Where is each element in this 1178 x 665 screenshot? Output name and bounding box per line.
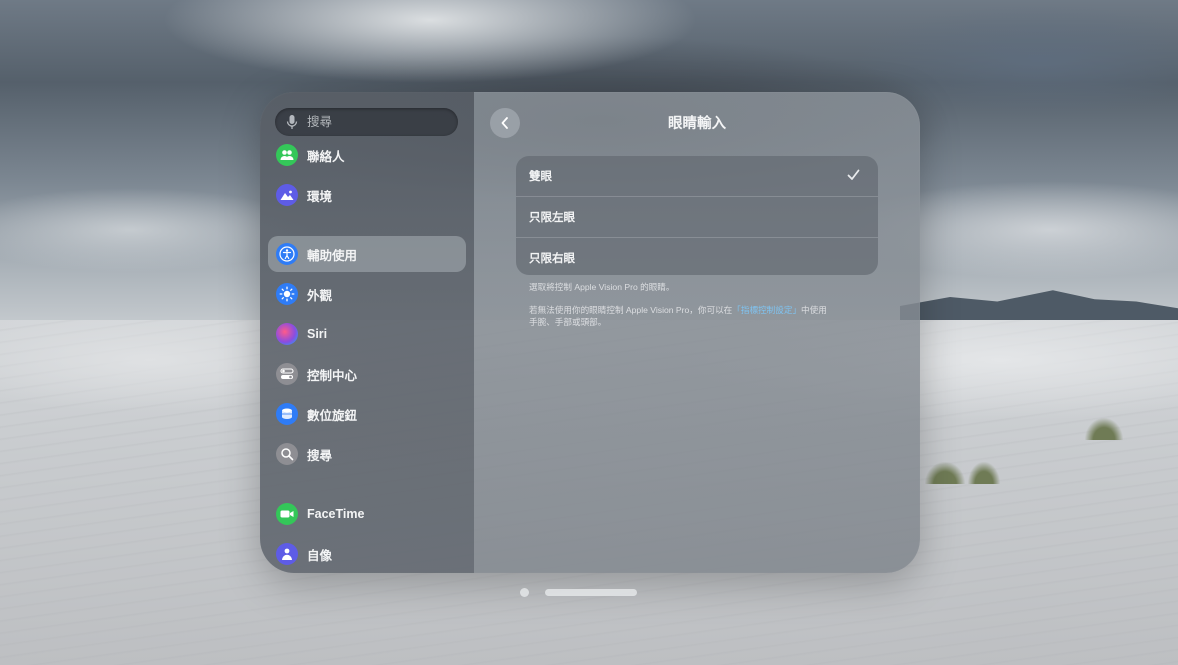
persona-icon — [276, 543, 298, 565]
sidebar-item-label: 外觀 — [307, 288, 333, 303]
sidebar-item-search[interactable]: 搜尋 — [268, 436, 466, 472]
sidebar-item-label: 搜尋 — [307, 448, 333, 463]
grass-tuft — [925, 462, 965, 484]
environments-icon — [276, 184, 298, 206]
note-text: 手腕、手部或頭部。 — [529, 317, 607, 327]
note-text: 中使用 — [801, 305, 827, 315]
sidebar-item-label: 輔助使用 — [307, 248, 358, 263]
facetime-icon — [276, 503, 298, 525]
settings-window: 聯絡人 環境 輔助使用 — [260, 92, 920, 573]
eye-input-options: 雙眼 只限左眼 只限右眼 — [516, 156, 878, 275]
sidebar-item-label: 聯絡人 — [307, 149, 345, 164]
sidebar-item-environments[interactable]: 環境 — [268, 177, 466, 213]
sidebar: 聯絡人 環境 輔助使用 — [260, 92, 474, 573]
sidebar-item-label: 數位旋鈕 — [307, 408, 358, 423]
sidebar-item-contacts[interactable]: 聯絡人 — [268, 137, 466, 173]
sidebar-item-accessibility[interactable]: 輔助使用 — [268, 236, 466, 272]
checkmark-icon — [847, 169, 860, 180]
pointer-control-settings-link[interactable]: 「指標控制設定」 — [732, 305, 801, 315]
window-close-dot[interactable] — [520, 588, 529, 597]
appearance-icon — [276, 283, 298, 305]
option-both-eyes[interactable]: 雙眼 — [516, 156, 878, 196]
sidebar-item-appearance[interactable]: 外觀 — [268, 276, 466, 312]
sidebar-item-facetime[interactable]: FaceTime — [268, 496, 466, 532]
sidebar-item-persona[interactable]: 自像 — [268, 536, 466, 572]
accessibility-icon — [276, 243, 298, 265]
option-right-eye-only[interactable]: 只限右眼 — [516, 237, 878, 275]
option-label: 只限右眼 — [529, 253, 575, 265]
sidebar-item-siri[interactable]: Siri — [268, 316, 466, 352]
search-icon — [276, 443, 298, 465]
page-title: 眼睛輸入 — [668, 116, 726, 132]
pointer-control-note: 若無法使用你的眼睛控制 Apple Vision Pro，你可以在「指標控制設定… — [529, 304, 849, 328]
sidebar-item-digital-crown[interactable]: 數位旋鈕 — [268, 396, 466, 432]
digital-crown-icon — [276, 403, 298, 425]
detail-pane: 眼睛輸入 雙眼 只限左眼 只限右眼 選取將控制 Apple Vision Pro… — [474, 92, 920, 573]
options-footer: 選取將控制 Apple Vision Pro 的眼睛。 — [529, 282, 675, 292]
option-left-eye-only[interactable]: 只限左眼 — [516, 196, 878, 237]
contacts-icon — [276, 144, 298, 166]
sidebar-item-label: 自像 — [307, 548, 333, 563]
sidebar-item-label: 環境 — [307, 189, 333, 204]
window-grab-bar[interactable] — [545, 589, 637, 596]
option-label: 雙眼 — [529, 171, 552, 183]
grass-tuft — [1085, 418, 1123, 440]
note-text: 若無法使用你的眼睛控制 Apple Vision Pro，你可以在 — [529, 305, 733, 315]
sidebar-item-label: Siri — [307, 327, 328, 341]
search-input[interactable] — [305, 114, 439, 130]
grass-tuft — [968, 462, 1000, 484]
sidebar-item-label: 控制中心 — [307, 368, 358, 383]
sidebar-item-control-center[interactable]: 控制中心 — [268, 356, 466, 392]
control-center-icon — [276, 363, 298, 385]
option-label: 只限左眼 — [529, 212, 575, 224]
sidebar-item-label: FaceTime — [307, 507, 365, 521]
microphone-icon[interactable] — [285, 114, 299, 130]
search-field[interactable] — [275, 108, 458, 136]
siri-icon — [276, 323, 298, 345]
